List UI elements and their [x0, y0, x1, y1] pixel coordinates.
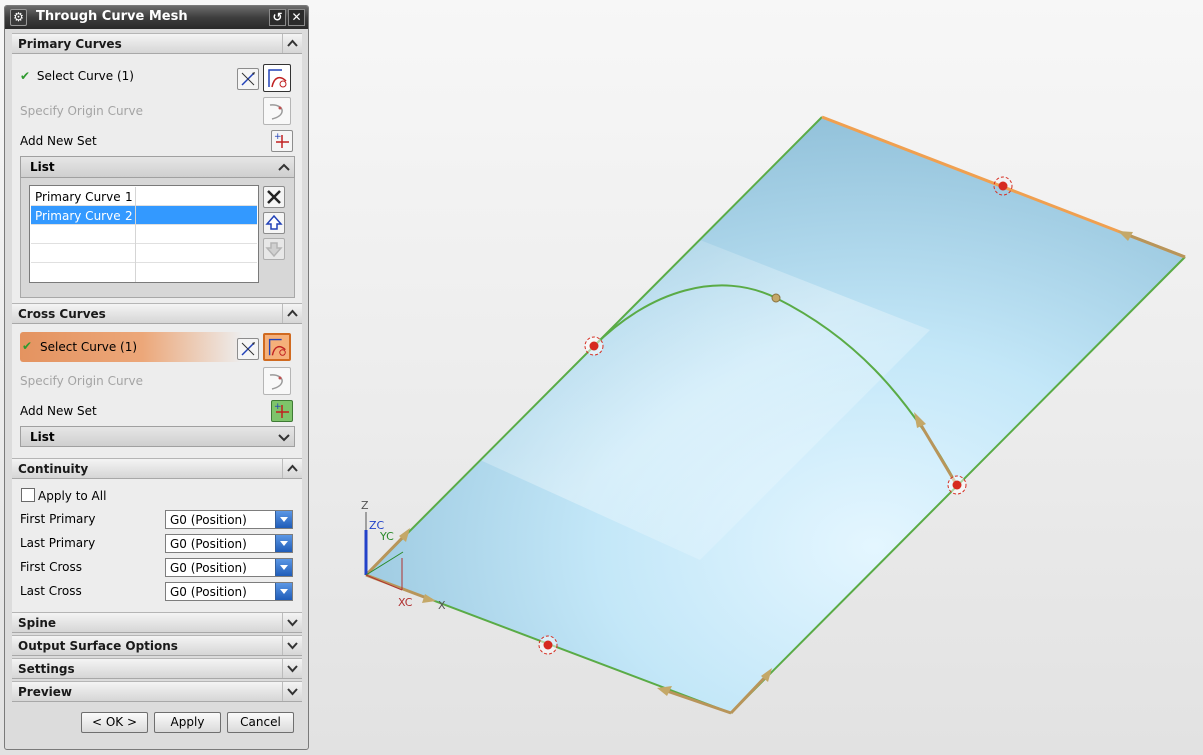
- chevron-up-icon[interactable]: [282, 459, 302, 478]
- list-header-label: List: [30, 160, 55, 174]
- chevron-down-icon[interactable]: [282, 682, 302, 701]
- chevron-down-icon[interactable]: [275, 511, 292, 528]
- ok-button[interactable]: < OK >: [81, 712, 148, 733]
- cross-list-header[interactable]: List: [20, 426, 295, 447]
- select-curve-label: Select Curve (1): [40, 340, 138, 354]
- apply-to-all-label: Apply to All: [38, 489, 107, 503]
- axis-label-z: Z: [361, 499, 369, 512]
- section-header-preview[interactable]: Preview: [12, 681, 302, 702]
- section-title: Continuity: [18, 462, 89, 476]
- point-handle[interactable]: [584, 336, 604, 356]
- section-title: Cross Curves: [18, 307, 106, 321]
- chevron-down-icon[interactable]: [276, 429, 292, 445]
- select-curve-icon-button[interactable]: [263, 64, 291, 92]
- primary-curves-list[interactable]: Primary Curve 1 Primary Curve 2: [29, 185, 259, 283]
- select-curve-icon-button[interactable]: [263, 333, 291, 361]
- section-header-continuity[interactable]: Continuity: [12, 458, 302, 479]
- midpoint-handle[interactable]: [771, 293, 781, 303]
- section-title: Preview: [18, 685, 73, 699]
- axis-label-x: X: [438, 599, 446, 612]
- list-item-empty: [31, 244, 257, 263]
- section-header-output-surface-options[interactable]: Output Surface Options: [12, 635, 302, 656]
- chevron-down-icon[interactable]: [275, 559, 292, 576]
- last-cross-select[interactable]: G0 (Position): [165, 582, 293, 601]
- first-primary-label: First Primary: [20, 512, 96, 526]
- list-item-name: Primary Curve: [35, 190, 121, 204]
- remove-button[interactable]: [263, 186, 285, 208]
- last-primary-label: Last Primary: [20, 536, 96, 550]
- section-title: Spine: [18, 616, 57, 630]
- list-item-empty: [31, 263, 257, 282]
- origin-curve-button[interactable]: [263, 97, 291, 125]
- add-new-set-button[interactable]: +: [271, 130, 293, 152]
- reset-icon[interactable]: ↺: [269, 9, 286, 26]
- section-header-primary-curves[interactable]: Primary Curves: [12, 33, 302, 54]
- apply-to-all-checkbox[interactable]: [21, 488, 35, 502]
- chevron-down-icon[interactable]: [275, 583, 292, 600]
- list-header-label: List: [30, 430, 55, 444]
- check-icon: ✔: [22, 339, 33, 353]
- chevron-up-icon[interactable]: [282, 34, 302, 53]
- close-icon[interactable]: ✕: [288, 9, 305, 26]
- list-item-number: 2: [125, 209, 133, 223]
- check-icon: ✔: [20, 69, 31, 83]
- first-cross-select[interactable]: G0 (Position): [165, 558, 293, 577]
- combo-value: G0 (Position): [170, 585, 247, 599]
- add-new-set-label: Add New Set: [20, 404, 97, 418]
- first-primary-select[interactable]: G0 (Position): [165, 510, 293, 529]
- combo-value: G0 (Position): [170, 537, 247, 551]
- chevron-down-icon[interactable]: [282, 659, 302, 678]
- specify-origin-curve-label: Specify Origin Curve: [20, 374, 143, 388]
- svg-text:+: +: [274, 132, 282, 142]
- specify-origin-curve-label: Specify Origin Curve: [20, 104, 143, 118]
- last-cross-label: Last Cross: [20, 584, 82, 598]
- axis-label-xc: XC: [398, 596, 413, 609]
- combo-value: G0 (Position): [170, 561, 247, 575]
- section-header-settings[interactable]: Settings: [12, 658, 302, 679]
- svg-text:+: +: [274, 402, 282, 412]
- cancel-button[interactable]: Cancel: [227, 712, 294, 733]
- chevron-up-icon[interactable]: [276, 159, 292, 175]
- primary-list-header[interactable]: List: [20, 156, 295, 178]
- axis-label-yc: YC: [379, 530, 394, 543]
- chevron-up-icon[interactable]: [282, 304, 302, 323]
- apply-button[interactable]: Apply: [154, 712, 221, 733]
- through-curve-mesh-dialog: ⚙ Through Curve Mesh ↺ ✕ Primary Curves …: [4, 5, 309, 750]
- section-header-cross-curves[interactable]: Cross Curves: [12, 303, 302, 324]
- mesh-surface[interactable]: [366, 117, 1185, 713]
- list-item-number: 1: [125, 190, 133, 204]
- point-handle[interactable]: [947, 475, 967, 495]
- dialog-titlebar[interactable]: ⚙ Through Curve Mesh ↺ ✕: [5, 6, 308, 29]
- curve-rule-button[interactable]: [237, 338, 259, 360]
- add-new-set-button[interactable]: +: [271, 400, 293, 422]
- first-cross-label: First Cross: [20, 560, 82, 574]
- point-handle[interactable]: [538, 635, 558, 655]
- gear-icon[interactable]: ⚙: [10, 9, 27, 26]
- combo-value: G0 (Position): [170, 513, 247, 527]
- section-title: Primary Curves: [18, 37, 122, 51]
- chevron-down-icon[interactable]: [282, 636, 302, 655]
- cross-select-curve-row[interactable]: ✔ Select Curve (1): [20, 332, 242, 362]
- section-title: Output Surface Options: [18, 639, 178, 653]
- last-primary-select[interactable]: G0 (Position): [165, 534, 293, 553]
- curve-rule-button[interactable]: [237, 68, 259, 90]
- dialog-title: Through Curve Mesh: [36, 9, 188, 24]
- list-item-selected[interactable]: Primary Curve 2: [31, 206, 257, 225]
- add-new-set-label: Add New Set: [20, 134, 97, 148]
- move-down-button: [263, 238, 285, 260]
- select-curve-row[interactable]: ✔ Select Curve (1): [20, 69, 134, 83]
- origin-curve-button[interactable]: [263, 367, 291, 395]
- list-item-empty: [31, 225, 257, 244]
- list-item-name: Primary Curve: [35, 209, 121, 223]
- section-header-spine[interactable]: Spine: [12, 612, 302, 633]
- chevron-down-icon[interactable]: [275, 535, 292, 552]
- section-title: Settings: [18, 662, 75, 676]
- chevron-down-icon[interactable]: [282, 613, 302, 632]
- list-item[interactable]: Primary Curve 1: [31, 187, 257, 206]
- select-curve-label: Select Curve (1): [36, 69, 134, 83]
- move-up-button[interactable]: [263, 212, 285, 234]
